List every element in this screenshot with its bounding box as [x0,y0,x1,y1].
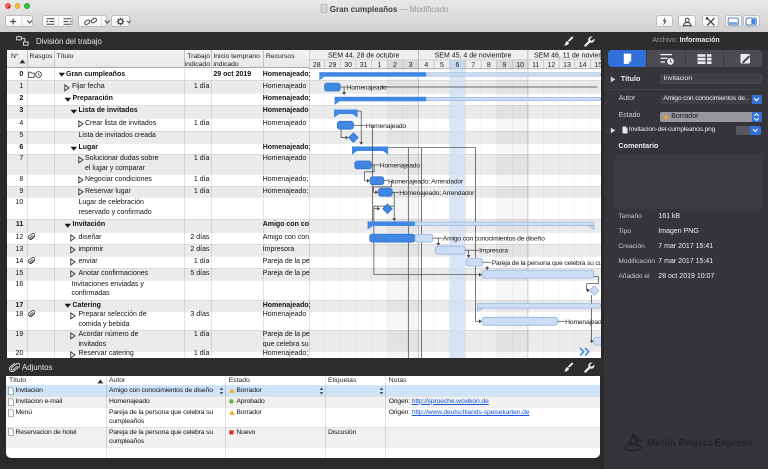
svg-text:2: 2 [393,61,397,68]
svg-text:28: 28 [313,61,321,68]
svg-text:9: 9 [503,61,507,68]
svg-text:Pareja de la persona que celeb: Pareja de la persona que celebra su cump… [492,259,601,266]
svg-text:Amigo con conocimientos de dis: Amigo con conocimientos de diseño [443,235,545,242]
svg-text:29: 29 [329,61,337,68]
svg-text:12: 12 [548,61,556,68]
svg-text:Homenajeado: Homenajeado [347,84,387,91]
svg-text:Homenajeado: Homenajeado [380,162,420,169]
svg-text:Homenajeado: Homenajeado [366,122,406,129]
svg-text:SEM 45, 4 de noviembre: SEM 45, 4 de noviembre [435,52,512,59]
svg-text:30: 30 [345,61,353,68]
svg-text:Impresora: Impresora [479,247,508,254]
svg-text:13: 13 [563,61,571,68]
svg-text:Homenajeado; Arrendador: Homenajeado; Arrendador [400,189,476,196]
svg-text:5: 5 [440,61,444,68]
svg-text:1: 1 [378,61,382,68]
svg-text:14: 14 [579,61,587,68]
svg-text:31: 31 [360,61,368,68]
svg-text:SEM 44, 28 de octubre: SEM 44, 28 de octubre [328,52,400,59]
svg-text:8: 8 [487,61,491,68]
svg-text:11: 11 [532,61,539,68]
svg-text:10: 10 [517,61,525,68]
svg-text:Homenajeado; Arrendador: Homenajeado; Arrendador [388,178,464,185]
svg-text:3: 3 [409,61,413,68]
svg-text:7: 7 [472,61,476,68]
svg-text:6: 6 [456,61,460,68]
svg-text:4: 4 [425,61,429,68]
svg-text:SEM 46, 11 de noviembre: SEM 46, 11 de noviembre [534,52,601,59]
svg-text:Homenajeado: Homenajeado [565,318,601,325]
svg-text:15: 15 [595,61,601,68]
